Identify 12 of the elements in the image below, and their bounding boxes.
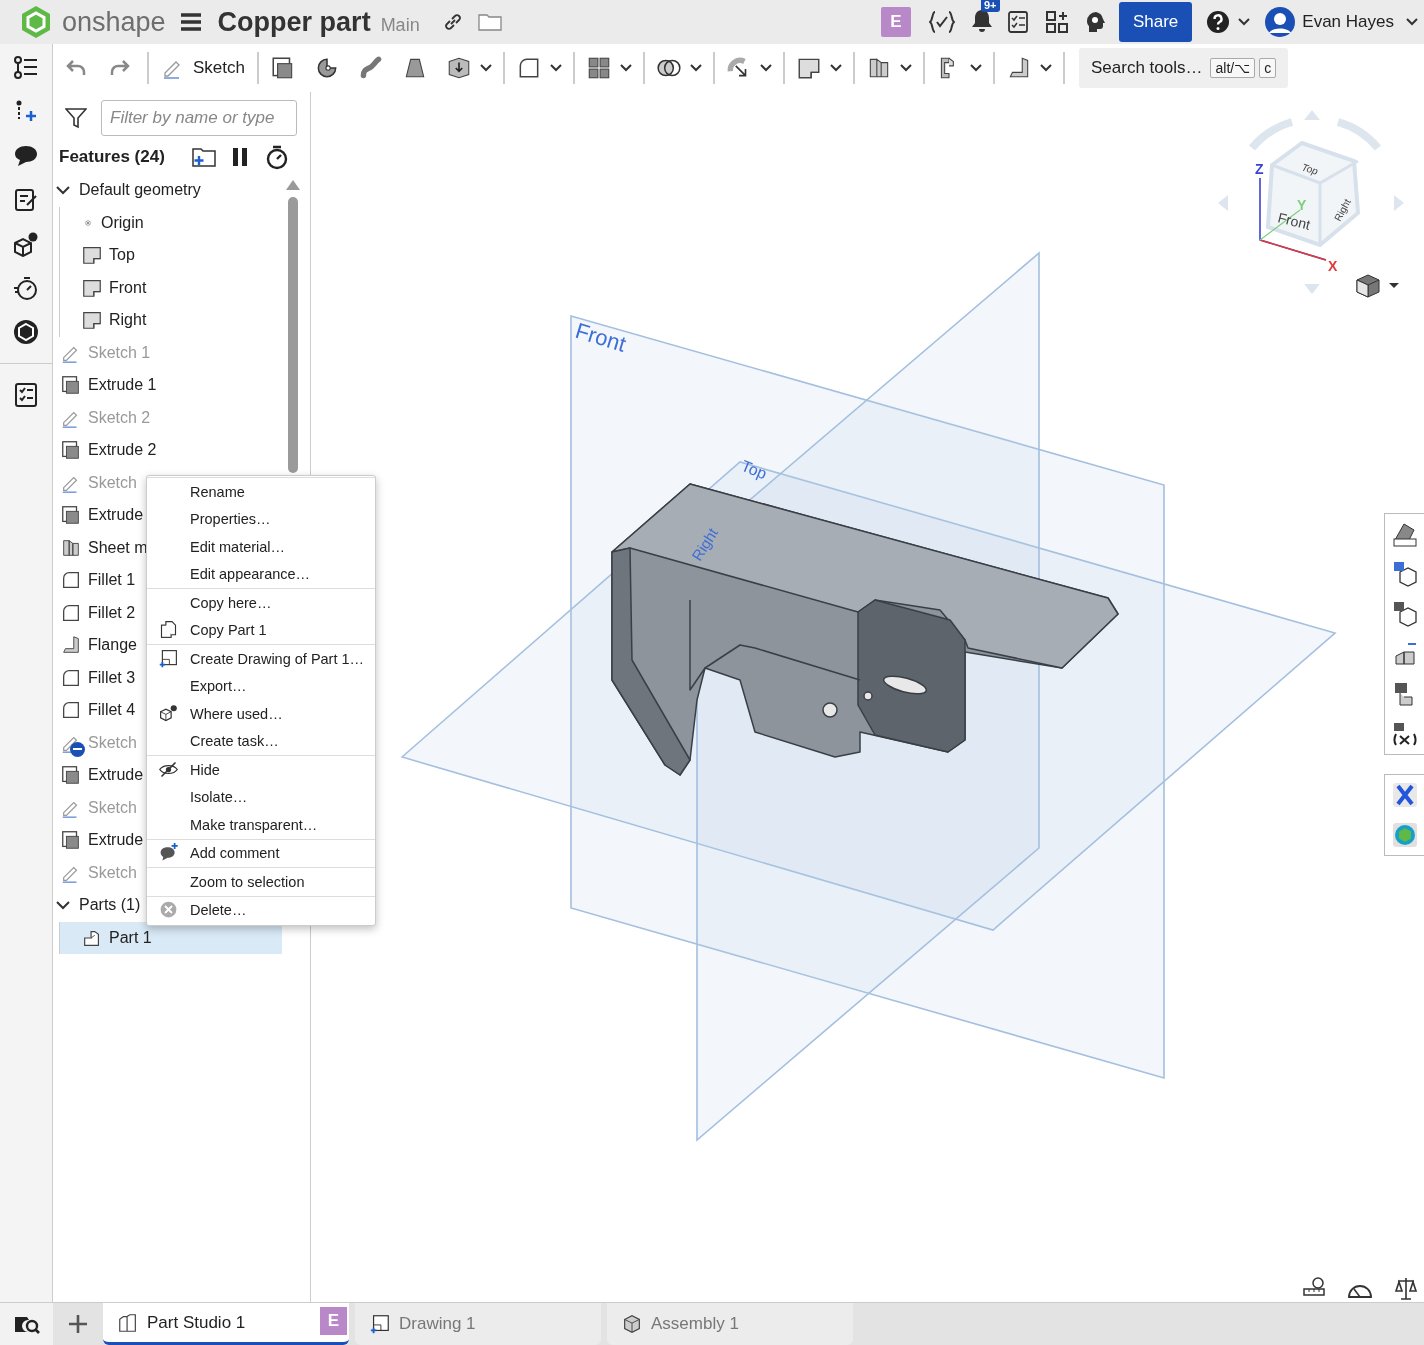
plane-label: Front	[572, 317, 629, 357]
logo-text: onshape	[62, 6, 166, 38]
workspace-badge: E	[320, 1307, 347, 1335]
shortcut-key: c	[1259, 58, 1277, 78]
axis-label: X	[1328, 258, 1338, 274]
search-tools-label: Search tools…	[1091, 58, 1203, 78]
plane-label: Top	[738, 457, 770, 483]
shortcut-key: alt/⌥	[1210, 58, 1256, 78]
axis-label: Y	[1297, 197, 1307, 213]
features-title: Features (24)	[59, 147, 165, 167]
notification-count: 9+	[980, 0, 1000, 12]
axis-label: Z	[1255, 161, 1264, 177]
